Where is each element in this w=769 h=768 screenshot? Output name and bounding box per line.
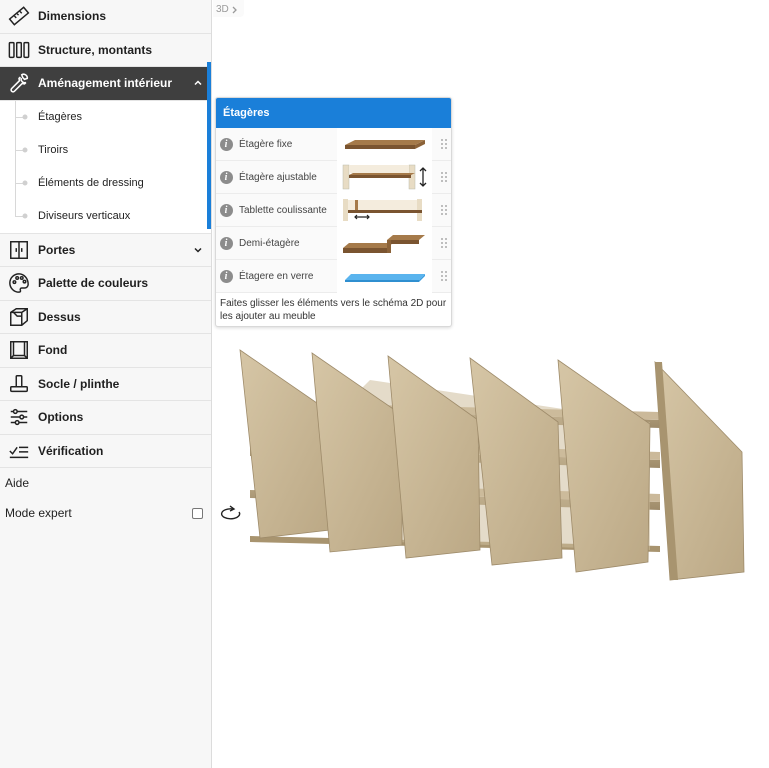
sidebar-item-interior[interactable]: Aménagement intérieur (0, 67, 211, 101)
side-panels (239, 349, 745, 581)
panel-hint: Faites glisser les éléments vers le sché… (220, 298, 447, 322)
wrench-icon (0, 72, 38, 94)
sidebar-item-label: Aménagement intérieur (38, 76, 173, 91)
info-icon[interactable]: i (219, 137, 233, 151)
sidebar-item-verification[interactable]: Vérification (0, 435, 211, 468)
sub-item-label: Tiroirs (38, 144, 69, 156)
sub-item-drawers[interactable]: Tiroirs (0, 134, 211, 167)
chevron-up-icon (194, 80, 202, 86)
shelf-item-label: Demi-étagère (239, 237, 300, 249)
checklist-icon (0, 440, 38, 462)
shelf-item-adjustable[interactable]: i Étagère ajustable (216, 160, 451, 194)
sidebar-item-label: Vérification (38, 443, 104, 458)
sub-item-label: Diviseurs verticaux (38, 210, 131, 222)
chevron-right-icon (232, 6, 237, 13)
scroll-indicator (207, 62, 211, 229)
structure-icon (0, 39, 38, 61)
shelf-item-fixed[interactable]: i Étagère fixe (216, 127, 451, 161)
sidebar-item-label: Fond (38, 343, 68, 358)
help-link[interactable]: Aide (0, 468, 211, 498)
shelves-panel: Étagères i Étagère fixe i Étagère ajusta… (215, 97, 452, 327)
breadcrumb-label: 3D (216, 4, 229, 15)
sub-item-label: Éléments de dressing (38, 177, 144, 189)
tree-dot (22, 114, 28, 120)
panel-title: Étagères (216, 98, 451, 128)
sub-item-dividers[interactable]: Diviseurs verticaux (0, 200, 211, 233)
info-icon[interactable]: i (219, 269, 233, 283)
drag-handle-icon[interactable] (440, 138, 448, 150)
shelf-item-label: Étagère fixe (239, 138, 293, 150)
palette-icon (0, 272, 38, 294)
sliding-shelf-thumbnail (337, 193, 432, 227)
shelf-item-glass[interactable]: i Étagere en verre (216, 259, 451, 293)
shelf-item-label: Tablette coulissante (239, 204, 327, 216)
tree-dot (22, 213, 28, 219)
expert-mode-label: Mode expert (5, 506, 72, 520)
sidebar-item-label: Portes (38, 242, 76, 257)
sidebar-item-label: Options (38, 410, 84, 425)
shelf-item-label: Étagere en verre (239, 270, 314, 282)
drag-handle-icon[interactable] (440, 237, 448, 249)
sidebar-item-dimensions[interactable]: Dimensions (0, 0, 211, 34)
info-icon[interactable]: i (219, 203, 233, 217)
back-panel-icon (0, 339, 38, 361)
fixed-shelf-thumbnail (337, 127, 432, 161)
sidebar-item-back[interactable]: Fond (0, 334, 211, 368)
sidebar-item-options[interactable]: Options (0, 401, 211, 435)
furniture-3d-view[interactable] (230, 340, 750, 590)
sidebar-item-top[interactable]: Dessus (0, 301, 211, 334)
sidebar-item-label: Socle / plinthe (38, 376, 120, 391)
drag-handle-icon[interactable] (440, 171, 448, 183)
plinth-icon (0, 373, 38, 395)
view-breadcrumb[interactable]: 3D (213, 0, 244, 17)
drag-handle-icon[interactable] (440, 204, 448, 216)
chevron-down-icon (194, 247, 202, 253)
sidebar-item-label: Structure, montants (38, 42, 153, 57)
expert-mode-checkbox[interactable] (192, 507, 203, 519)
shelf-item-sliding[interactable]: i Tablette coulissante (216, 193, 451, 227)
tree-dot (22, 180, 28, 186)
shelf-item-label: Étagère ajustable (239, 171, 317, 183)
sliders-icon (0, 406, 38, 428)
top-icon (0, 306, 38, 328)
sidebar-item-structure[interactable]: Structure, montants (0, 34, 211, 67)
sidebar: Dimensions Structure, montants Aménageme… (0, 0, 212, 768)
sidebar-item-palette[interactable]: Palette de couleurs (0, 267, 211, 301)
glass-shelf-thumbnail (337, 259, 432, 293)
tree-dot (22, 147, 28, 153)
half-shelf-thumbnail (337, 226, 432, 260)
info-icon[interactable]: i (219, 170, 233, 184)
configurator-app: Dimensions Structure, montants Aménageme… (0, 0, 769, 768)
ruler-icon (0, 5, 38, 27)
sidebar-item-plinth[interactable]: Socle / plinthe (0, 368, 211, 401)
shelf-item-half[interactable]: i Demi-étagère (216, 226, 451, 260)
help-label: Aide (5, 476, 30, 490)
sidebar-item-doors[interactable]: Portes (0, 234, 211, 267)
sub-item-shelves[interactable]: Étagères (0, 101, 211, 134)
drag-handle-icon[interactable] (440, 270, 448, 282)
sidebar-item-label: Palette de couleurs (38, 276, 149, 291)
sidebar-item-label: Dimensions (38, 9, 107, 24)
info-icon[interactable]: i (219, 236, 233, 250)
sidebar-item-label: Dessus (38, 309, 81, 324)
expert-mode-row: Mode expert (0, 498, 211, 528)
doors-icon (0, 239, 38, 261)
interior-sub-menu: Étagères Tiroirs Éléments de dressing Di… (0, 100, 211, 234)
sub-item-label: Étagères (38, 111, 83, 123)
adjustable-shelf-thumbnail (337, 160, 432, 194)
sub-item-dressing[interactable]: Éléments de dressing (0, 167, 211, 200)
